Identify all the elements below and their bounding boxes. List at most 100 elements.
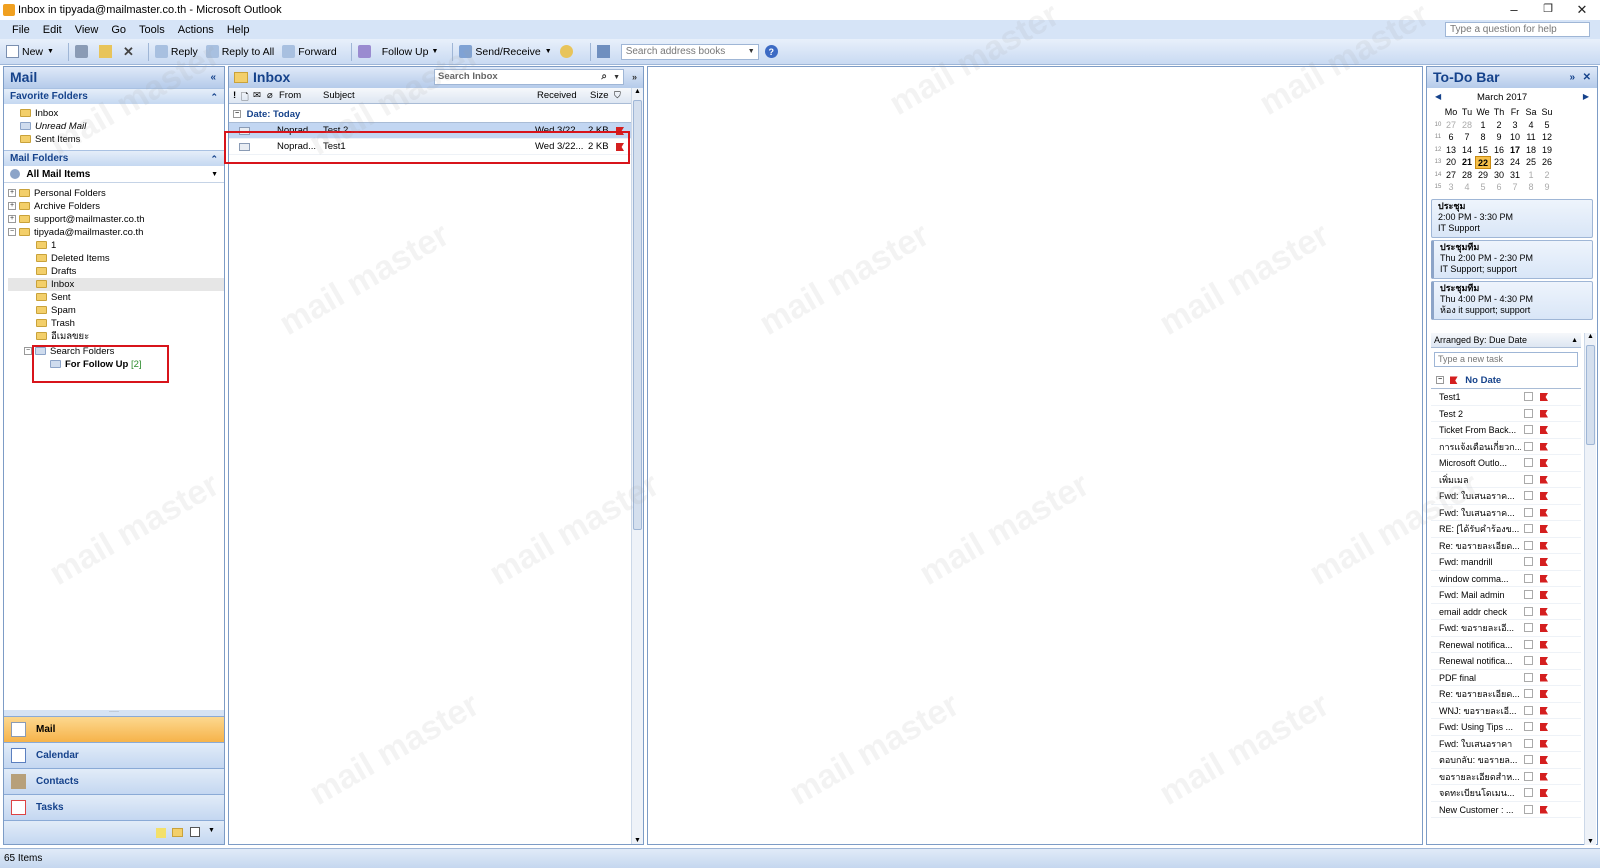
task-group-no-date[interactable]: − No Date xyxy=(1431,373,1581,389)
task-item[interactable]: Fwd: ขอรายละเอี... xyxy=(1431,620,1581,637)
task-complete-checkbox[interactable] xyxy=(1524,689,1533,698)
message-list-scrollbar[interactable]: ▲ ▼ xyxy=(631,88,643,844)
flag-icon[interactable] xyxy=(1540,525,1548,533)
scroll-thumb[interactable] xyxy=(633,100,642,530)
scroll-down-icon[interactable]: ▼ xyxy=(1587,838,1594,845)
delete-icon[interactable]: ✕ xyxy=(123,44,134,60)
task-item[interactable]: Microsoft Outlo... xyxy=(1431,455,1581,472)
forward-button[interactable]: Forward xyxy=(282,45,337,58)
reading-pane[interactable] xyxy=(647,66,1423,845)
search-icon[interactable]: ⌕ xyxy=(601,70,607,84)
follow-up-button[interactable]: Follow Up ▼ xyxy=(382,46,439,58)
week-number[interactable]: 14 xyxy=(1433,169,1443,182)
nav-mail-button[interactable]: Mail xyxy=(4,716,224,742)
calendar-day[interactable]: 3 xyxy=(1443,181,1459,194)
collapse-section-icon[interactable]: ⌃ xyxy=(210,89,218,105)
folder-deleted-items[interactable]: Deleted Items xyxy=(36,252,224,265)
folder-junk-email[interactable]: อีเมลขยะ xyxy=(36,330,224,343)
flag-icon[interactable] xyxy=(1540,426,1548,434)
calendar-day[interactable]: 1 xyxy=(1475,119,1491,132)
task-item[interactable]: Renewal notifica... xyxy=(1431,653,1581,670)
flag-icon[interactable] xyxy=(1540,690,1548,698)
chevron-down-icon[interactable]: ▼ xyxy=(613,71,620,85)
task-item[interactable]: Fwd: ใบเสนอราคา xyxy=(1431,736,1581,752)
expand-icon[interactable]: + xyxy=(8,215,16,224)
task-complete-checkbox[interactable] xyxy=(1524,557,1533,566)
folder-inbox[interactable]: Inbox xyxy=(8,278,224,291)
sort-icon[interactable]: ▲ xyxy=(1571,333,1578,348)
task-complete-checkbox[interactable] xyxy=(1524,606,1533,616)
task-item[interactable]: ขอรายละเอียดสำห... xyxy=(1431,769,1581,785)
task-complete-checkbox[interactable] xyxy=(1524,788,1533,797)
notes-icon[interactable] xyxy=(156,828,166,838)
task-item[interactable]: window comma... xyxy=(1431,571,1581,587)
column-subject[interactable]: Subject xyxy=(323,90,355,101)
folder-spam[interactable]: Spam xyxy=(36,304,224,317)
flag-icon[interactable] xyxy=(1540,772,1548,781)
flag-icon[interactable] xyxy=(1540,541,1548,550)
folder-personal-folders[interactable]: + Personal Folders xyxy=(8,187,224,200)
task-complete-checkbox[interactable] xyxy=(1524,623,1533,632)
folder-trash[interactable]: Trash xyxy=(36,317,224,330)
help-icon[interactable]: ? xyxy=(764,45,778,58)
scroll-down-icon[interactable]: ▼ xyxy=(634,837,641,844)
collapse-icon[interactable]: − xyxy=(233,110,241,119)
flag-icon[interactable] xyxy=(1540,558,1548,566)
help-search-input[interactable]: Type a question for help xyxy=(1445,22,1590,37)
flag-icon[interactable] xyxy=(1540,459,1548,467)
new-task-input[interactable]: Type a new task xyxy=(1434,352,1578,367)
collapse-icon[interactable]: − xyxy=(1436,376,1444,385)
calendar-day[interactable]: 4 xyxy=(1523,119,1539,132)
calendar-day[interactable]: 22 xyxy=(1475,156,1491,169)
task-item[interactable]: WNJ: ขอรายละเอี... xyxy=(1431,703,1581,719)
flag-icon[interactable] xyxy=(1540,756,1548,764)
flag-status-column-icon[interactable]: ✉ xyxy=(253,90,261,101)
task-item[interactable]: Re: ขอรายละเอียด... xyxy=(1431,686,1581,703)
menu-file[interactable]: File xyxy=(12,24,30,36)
next-month-icon[interactable]: ▶ xyxy=(1583,92,1589,101)
task-complete-checkbox[interactable] xyxy=(1524,771,1533,781)
task-item[interactable]: Renewal notifica... xyxy=(1431,637,1581,653)
folder-support-mailbox[interactable]: + support@mailmaster.co.th xyxy=(8,213,224,226)
calendar-day[interactable]: 25 xyxy=(1523,156,1539,169)
task-item[interactable]: Re: ขอรายละเอียด... xyxy=(1431,538,1581,554)
favorite-sent-items[interactable]: Sent Items xyxy=(20,133,224,146)
calendar-month-label[interactable]: March 2017 xyxy=(1477,92,1527,103)
mail-folders-header[interactable]: Mail Folders ⌃ xyxy=(4,150,224,166)
task-complete-checkbox[interactable] xyxy=(1524,722,1533,731)
calendar-day[interactable]: 9 xyxy=(1539,181,1555,194)
flag-icon[interactable] xyxy=(1540,805,1548,814)
task-complete-checkbox[interactable] xyxy=(1524,524,1533,533)
task-complete-checkbox[interactable] xyxy=(1524,540,1533,550)
flag-icon[interactable] xyxy=(1540,673,1548,682)
task-complete-checkbox[interactable] xyxy=(1524,408,1533,418)
calendar-day[interactable]: 23 xyxy=(1491,156,1507,169)
menu-view[interactable]: View xyxy=(75,24,99,36)
folder-sent[interactable]: Sent xyxy=(36,291,224,304)
favorite-inbox[interactable]: Inbox xyxy=(20,107,224,120)
calendar-day[interactable]: 18 xyxy=(1523,144,1539,157)
task-complete-checkbox[interactable] xyxy=(1524,755,1533,764)
reply-button[interactable]: Reply xyxy=(154,45,198,58)
flag-icon[interactable] xyxy=(1540,789,1548,797)
week-number[interactable]: 10 xyxy=(1433,119,1443,132)
collapse-icon[interactable]: − xyxy=(24,347,32,356)
folder-tipyada-mailbox[interactable]: − tipyada@mailmaster.co.th xyxy=(8,226,224,239)
column-received[interactable]: Received xyxy=(537,90,577,101)
task-complete-checkbox[interactable] xyxy=(1524,672,1533,682)
calendar-day[interactable]: 6 xyxy=(1491,181,1507,194)
flag-icon[interactable] xyxy=(1540,574,1548,583)
task-item[interactable]: RE: [ได้รับคำร้องข... xyxy=(1431,521,1581,538)
calendar-day[interactable]: 11 xyxy=(1523,131,1539,144)
flag-icon[interactable] xyxy=(1540,508,1548,517)
collapse-pane-icon[interactable]: « xyxy=(210,67,216,88)
close-button[interactable]: ✕ xyxy=(1572,2,1592,18)
task-complete-checkbox[interactable] xyxy=(1524,491,1533,500)
scroll-thumb[interactable] xyxy=(1586,345,1595,445)
folder-drafts[interactable]: Drafts xyxy=(36,265,224,278)
flag-icon[interactable] xyxy=(1540,657,1548,665)
calendar-day[interactable]: 14 xyxy=(1459,144,1475,157)
calendar-day[interactable]: 17 xyxy=(1507,144,1523,157)
flag-icon[interactable] xyxy=(1540,607,1548,616)
calendar-day[interactable]: 2 xyxy=(1539,169,1555,182)
